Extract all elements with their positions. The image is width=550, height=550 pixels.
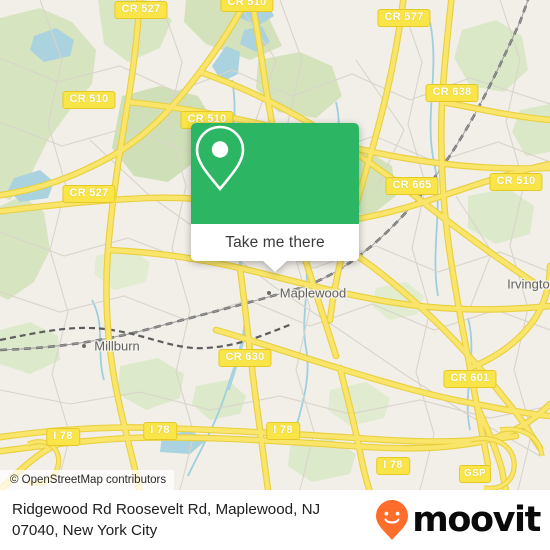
destination-callout[interactable]: Take me there — [191, 123, 359, 272]
road-shield-cr527-west: CR 527 — [62, 185, 116, 203]
moovit-brand[interactable]: moovit — [375, 499, 541, 541]
address-text: Ridgewood Rd Roosevelt Rd, Maplewood, NJ… — [12, 501, 321, 539]
road-shield-cr510-west: CR 510 — [62, 91, 116, 109]
road-shield-cr665: CR 665 — [385, 177, 439, 195]
callout-tail — [262, 260, 288, 272]
moovit-wordmark: moovit — [412, 499, 541, 540]
screenshot-root: Maplewood Millburn Irvington CR 527 CR 5… — [0, 0, 550, 550]
road-shield-cr577: CR 577 — [377, 9, 431, 27]
road-shield-gsp: GSP — [458, 465, 492, 483]
take-me-there-label: Take me there — [225, 233, 325, 251]
map-pin-icon — [195, 125, 245, 192]
footer-bar: Ridgewood Rd Roosevelt Rd, Maplewood, NJ… — [0, 490, 550, 550]
road-shield-i78-center-west: I 78 — [143, 422, 177, 440]
road-shield-cr601: CR 601 — [443, 370, 497, 388]
place-label-irvington: Irvington — [507, 276, 550, 292]
callout-icon-panel — [191, 123, 359, 224]
road-shield-cr510-east: CR 510 — [489, 173, 543, 191]
place-label-millburn: Millburn — [94, 338, 140, 354]
place-dot-maplewood — [267, 291, 271, 295]
road-shield-i78-center-east: I 78 — [266, 422, 300, 440]
osm-attribution[interactable]: © OpenStreetMap contributors — [0, 470, 175, 490]
road-shield-i78-south: I 78 — [376, 457, 410, 475]
place-dot-millburn — [82, 344, 86, 348]
place-label-maplewood: Maplewood — [279, 285, 347, 301]
road-shield-cr510-top: CR 510 — [220, 0, 274, 12]
callout-body: Take me there — [191, 123, 359, 261]
road-shield-cr630: CR 630 — [218, 349, 272, 367]
road-shield-i78-west: I 78 — [46, 428, 80, 446]
moovit-pin-icon — [376, 500, 409, 540]
map-canvas[interactable]: Maplewood Millburn Irvington CR 527 CR 5… — [0, 0, 550, 490]
callout-action-bar[interactable]: Take me there — [191, 224, 359, 261]
road-shield-cr638: CR 638 — [425, 84, 479, 102]
road-shield-cr527-north: CR 527 — [114, 1, 168, 19]
